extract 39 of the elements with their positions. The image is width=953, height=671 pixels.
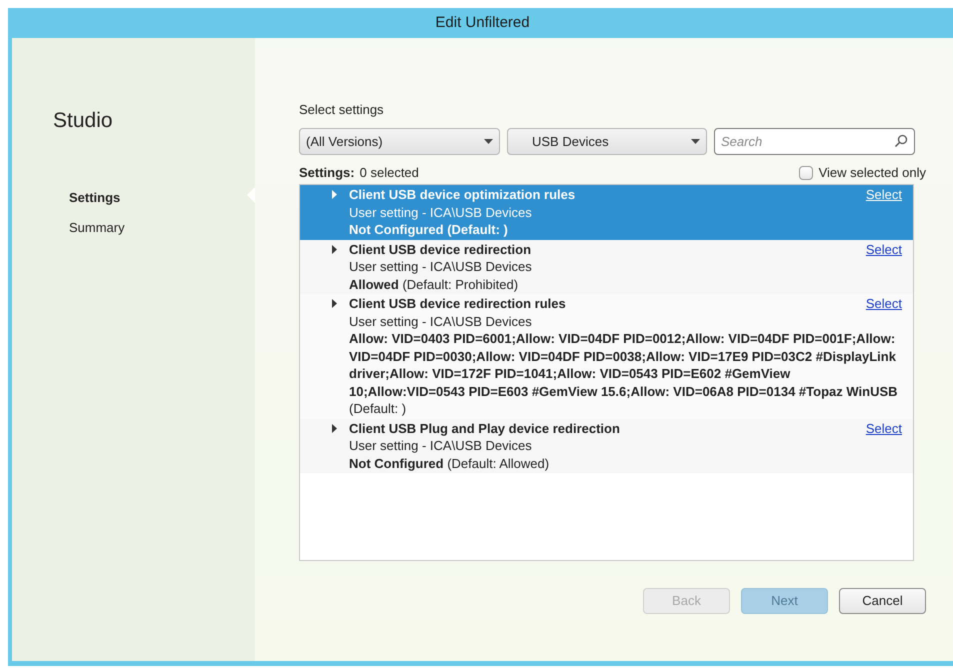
section-heading: Select settings: [299, 101, 385, 118]
expand-arrow-icon[interactable]: [332, 299, 337, 308]
sidebar-item[interactable]: Summary: [69, 218, 125, 237]
select-link[interactable]: Select: [866, 240, 902, 258]
setting-name: Client USB device optimization rules: [349, 186, 576, 204]
checkbox-label[interactable]: View selected only: [818, 163, 926, 183]
setting-path: User setting - ICA\USB Devices: [349, 312, 533, 330]
search-icon: [894, 134, 908, 148]
select-link[interactable]: Select: [866, 295, 902, 312]
version-dropdown[interactable]: (All Versions): [299, 128, 500, 155]
setting-path: User setting - ICA\USB Devices: [349, 437, 533, 454]
setting-row[interactable]: Client USB device redirection Select User setting - ICA\USB Devices Allowed (Default: Prohibited): [300, 240, 913, 294]
setting-row[interactable]: Client USB Plug and Play device redirection Select User setting - ICA\USB Devices Not Configured (Default: Allowed): [300, 418, 913, 473]
expand-arrow-icon[interactable]: [332, 424, 337, 432]
settings-count-label: Settings:: [299, 164, 355, 182]
caret-icon: [484, 139, 493, 144]
setting-value: Allow: VID=0403 PID=6001;Allow: VID=04DF PID=0012;Allow: VID=04DF PID=001F;Allow: VID=04DF PID=0030;Allow: VID=04DF PID=0038;Allow: VID=17E9 PID=03C2 #DisplayLink driver;Allow: VID=172F PID=1041;Allow: VID=0543 PID=E602 #GemView 10;Allow:VID=0543 PID=E603 #GemView 15.6;Allow: VID=06A8 PID=0134 #Topaz WinUSB (Default: ): [349, 330, 899, 418]
category-dropdown[interactable]: USB Devices: [507, 128, 707, 155]
setting-value: Allowed (Default: Prohibited): [349, 276, 520, 293]
checkbox[interactable]: [798, 166, 813, 180]
wizard-button[interactable]: Cancel: [839, 588, 926, 614]
setting-row[interactable]: Client USB device optimization rules Select User setting - ICA\USB Devices Not Configured (Default: ): [300, 185, 913, 240]
expand-arrow-icon[interactable]: [332, 244, 337, 254]
app-title: Studio: [53, 108, 113, 134]
select-link[interactable]: Select: [866, 420, 902, 437]
settings-count: 0 selected: [360, 164, 419, 182]
select-link[interactable]: Select: [866, 186, 902, 204]
setting-name: Client USB Plug and Play device redirection: [349, 420, 620, 437]
setting-row[interactable]: [300, 294, 913, 418]
search-field[interactable]: Search: [714, 128, 915, 155]
setting-value: Not Configured (Default: Allowed): [349, 454, 550, 472]
window-title: Edit Unfiltered: [434, 12, 531, 33]
setting-path: User setting - ICA\USB Devices: [349, 258, 533, 276]
setting-path: User setting - ICA\USB Devices: [349, 204, 533, 221]
caret-icon: [691, 139, 700, 144]
sidebar-item[interactable]: Settings: [69, 188, 125, 208]
setting-value: Not Configured (Default: ): [349, 221, 509, 238]
setting-name: Client USB device redirection: [349, 240, 532, 258]
setting-name: Client USB device redirection rules: [349, 295, 566, 312]
